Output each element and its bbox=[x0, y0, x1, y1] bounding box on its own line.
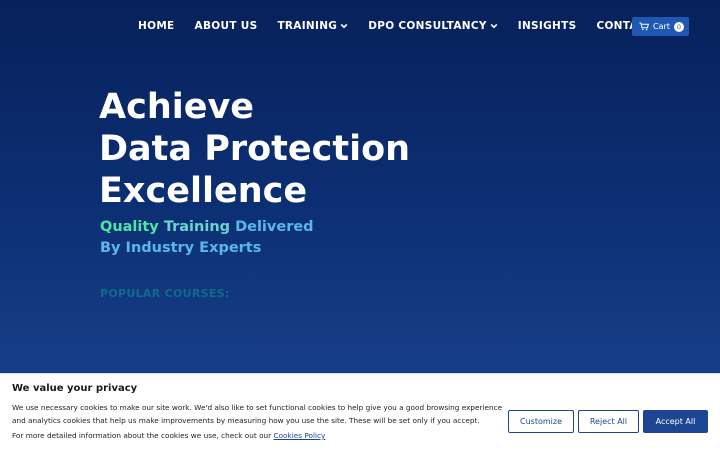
reject-all-button[interactable]: Reject All bbox=[578, 410, 639, 433]
hero-subtitle: Quality Training Delivered By Industry E… bbox=[100, 217, 314, 259]
nav-item-label: TRAINING bbox=[277, 20, 338, 32]
nav-item-label: HOME bbox=[138, 20, 175, 32]
nav-item-label: INSIGHTS bbox=[517, 20, 577, 32]
accept-all-button[interactable]: Accept All bbox=[643, 410, 708, 433]
cookie-banner: We value your privacy We use necessary c… bbox=[0, 373, 720, 450]
hero-title: Achieve Data Protection Excellence bbox=[99, 86, 499, 212]
hero-title-line: Data Protection bbox=[99, 129, 411, 169]
hero-title-line: Achieve bbox=[99, 87, 255, 127]
nav-item-label: DPO CONSULTANCY bbox=[368, 20, 487, 32]
cookies-policy-link[interactable]: Cookies Policy bbox=[274, 431, 326, 440]
nav-item-about-us[interactable]: ABOUT US bbox=[195, 20, 258, 32]
nav-links: HOME ABOUT US TRAINING DPO CONSULTANCY I… bbox=[138, 20, 694, 32]
nav-item-dpo-consultancy[interactable]: DPO CONSULTANCY bbox=[368, 20, 498, 32]
nav-item-insights[interactable]: INSIGHTS bbox=[518, 20, 577, 32]
cookie-policy-text: For more detailed information about the … bbox=[12, 431, 272, 440]
cookie-banner-title: We value your privacy bbox=[12, 383, 138, 394]
customize-button[interactable]: Customize bbox=[508, 410, 574, 433]
nav-item-home[interactable]: HOME bbox=[138, 20, 175, 32]
hero-subtitle-line: By Industry Experts bbox=[100, 240, 262, 256]
cookie-banner-text: We use necessary cookies to make our sit… bbox=[12, 403, 503, 425]
hero-subtitle-word: Delivered bbox=[235, 219, 314, 235]
cart-icon bbox=[639, 22, 649, 31]
cart-label: Cart bbox=[653, 22, 670, 31]
cart-count-badge: 0 bbox=[673, 21, 684, 32]
chevron-down-icon bbox=[490, 23, 498, 29]
cart-button[interactable]: Cart 0 bbox=[632, 17, 689, 36]
main-navigation: HOME ABOUT US TRAINING DPO CONSULTANCY I… bbox=[0, 0, 720, 52]
cookie-policy-note: For more detailed information about the … bbox=[12, 431, 325, 440]
hero-title-line: Excellence bbox=[99, 171, 308, 211]
nav-item-training[interactable]: TRAINING bbox=[277, 20, 348, 32]
chevron-down-icon bbox=[340, 23, 348, 29]
hero-subtitle-word: Training bbox=[163, 219, 231, 235]
popular-courses-label: POPULAR COURSES: bbox=[100, 287, 230, 300]
nav-item-label: ABOUT US bbox=[194, 20, 258, 32]
hero-subtitle-word: Quality bbox=[100, 219, 159, 235]
